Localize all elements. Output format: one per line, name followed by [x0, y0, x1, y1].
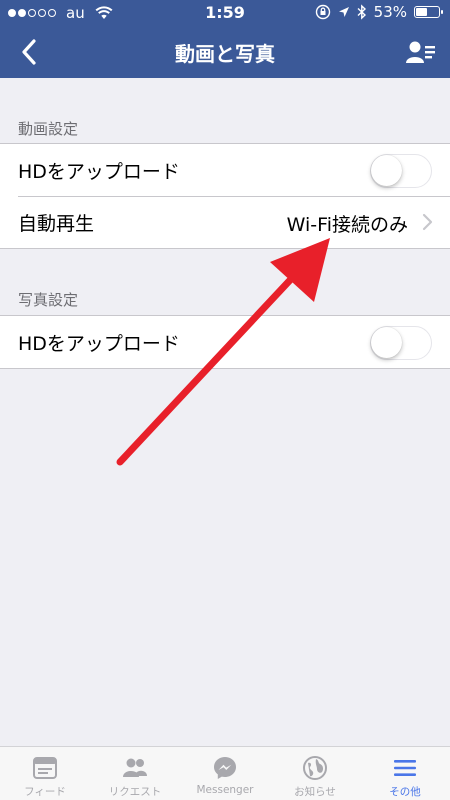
messenger-icon — [214, 757, 236, 779]
profile-list-button[interactable] — [404, 36, 438, 68]
photo-hd-upload-toggle[interactable] — [370, 326, 432, 360]
toggle-knob — [371, 327, 402, 358]
status-bar: au 1:59 53% — [0, 0, 450, 26]
bluetooth-icon — [357, 4, 366, 20]
photo-section-header: 写真設定 — [18, 291, 79, 309]
header: au 1:59 53% 動画と写真 — [0, 0, 450, 78]
video-hd-upload-row[interactable]: HDをアップロード — [0, 144, 450, 196]
tab-more-label: その他 — [389, 786, 421, 798]
battery-level — [416, 8, 428, 16]
video-hd-upload-toggle[interactable] — [370, 154, 432, 188]
location-icon — [338, 7, 349, 17]
tab-more[interactable]: その他 — [360, 747, 450, 800]
tab-bar: フィード リクエスト Messenger お知らせ その他 — [0, 746, 450, 800]
globe-icon — [303, 756, 327, 780]
status-right: 53% — [315, 3, 443, 21]
nav-bar: 動画と写真 — [0, 26, 450, 78]
photo-settings-group: HDをアップロード — [0, 315, 450, 369]
tab-requests-label: リクエスト — [108, 786, 162, 798]
video-section-header: 動画設定 — [18, 120, 79, 138]
toggle-knob — [371, 155, 402, 186]
tab-notifications-label: お知らせ — [294, 786, 336, 798]
tab-notifications[interactable]: お知らせ — [270, 747, 360, 800]
page-title: 動画と写真 — [175, 42, 275, 66]
battery-percent: 53% — [373, 3, 407, 21]
friends-icon — [123, 758, 147, 777]
chevron-right-icon — [422, 213, 433, 231]
tab-messenger[interactable]: Messenger — [180, 747, 270, 800]
video-settings-group: HDをアップロード 自動再生 Wi-Fi接続のみ — [0, 143, 450, 249]
feed-icon — [33, 757, 57, 779]
autoplay-value: Wi-Fi接続のみ — [286, 214, 408, 236]
profile-list-icon — [406, 41, 435, 63]
orientation-lock-icon — [315, 4, 330, 20]
menu-icon — [394, 760, 416, 776]
tab-feed-label: フィード — [24, 786, 66, 798]
autoplay-row[interactable]: 自動再生 Wi-Fi接続のみ — [0, 196, 450, 248]
photo-hd-upload-row[interactable]: HDをアップロード — [0, 316, 450, 368]
tab-feed[interactable]: フィード — [0, 747, 90, 800]
tab-requests[interactable]: リクエスト — [90, 747, 180, 800]
battery-icon — [414, 6, 443, 18]
tab-messenger-label: Messenger — [196, 784, 254, 796]
